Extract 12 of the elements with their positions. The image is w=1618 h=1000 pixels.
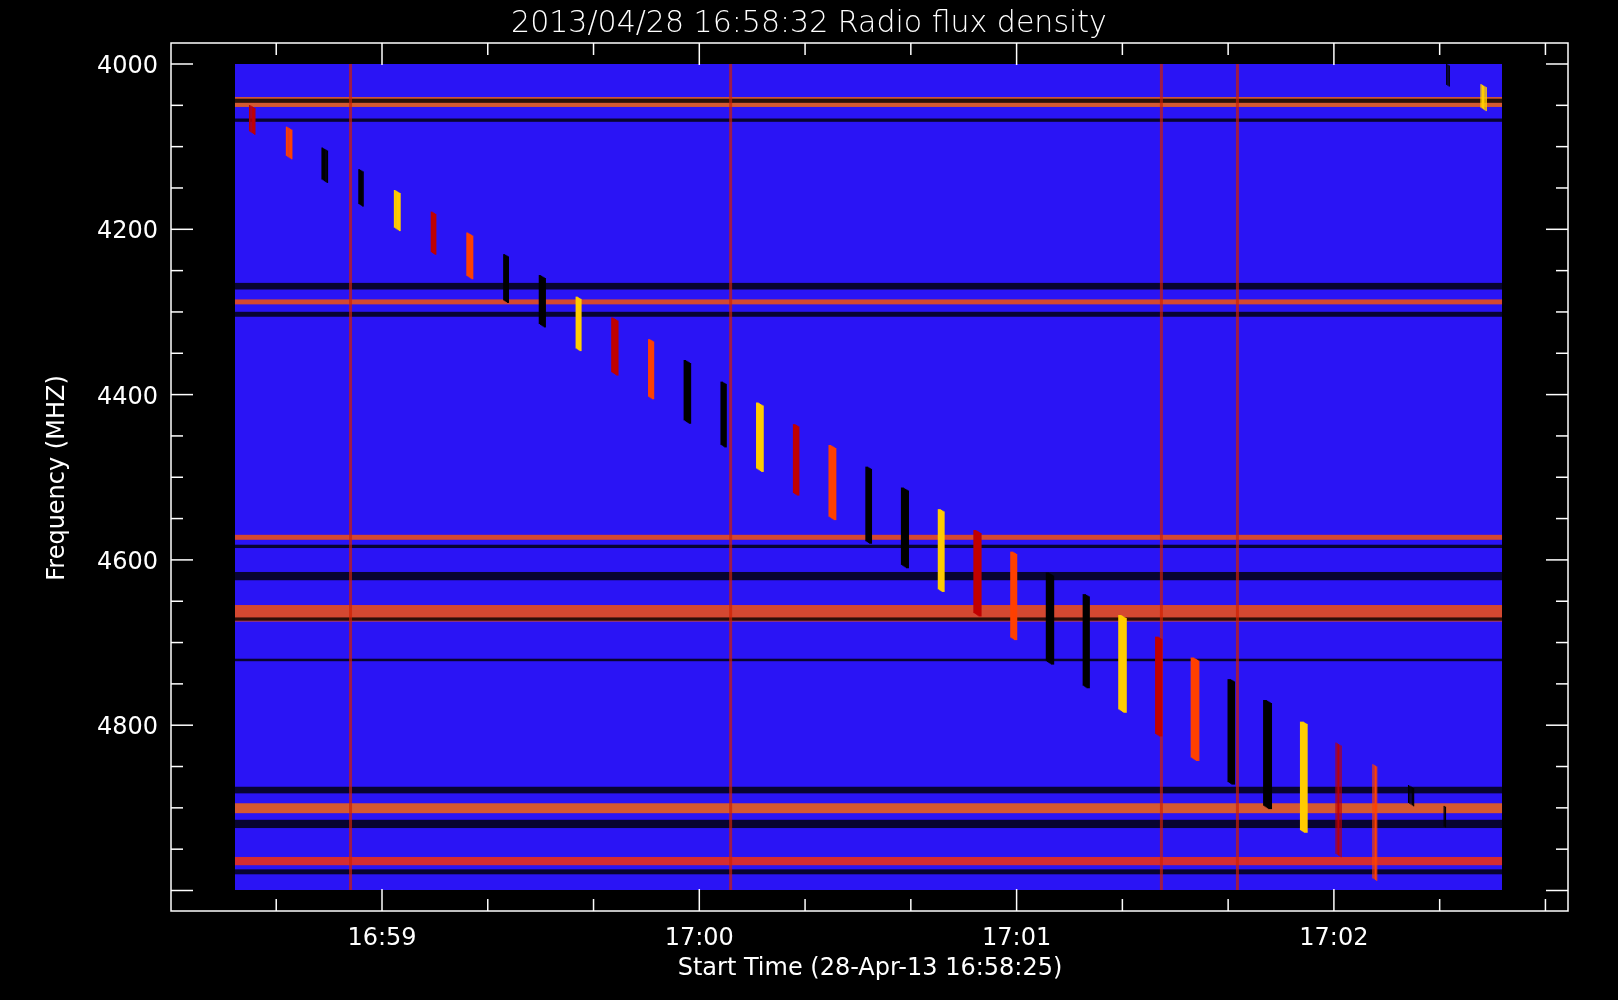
y-tick-label: 4800 [96,712,158,741]
x-axis-label: Start Time (28-Apr-13 16:58:25) [677,953,1063,981]
x-tick-label: 16:59 [347,923,417,951]
y-tick-label: 4000 [96,51,158,79]
x-tick-label: 17:00 [664,923,734,951]
y-tick-label: 4200 [96,216,158,245]
y-tick-label: 4400 [96,381,158,410]
y-axis-label: Frequency (MHZ) [42,375,70,581]
y-tick-label: 4600 [96,546,158,575]
plot-title: 2013/04/28 16:58:32 Radio flux density [511,4,1107,39]
x-tick-label: 17:01 [982,923,1052,951]
x-tick-label: 17:02 [1299,923,1369,951]
